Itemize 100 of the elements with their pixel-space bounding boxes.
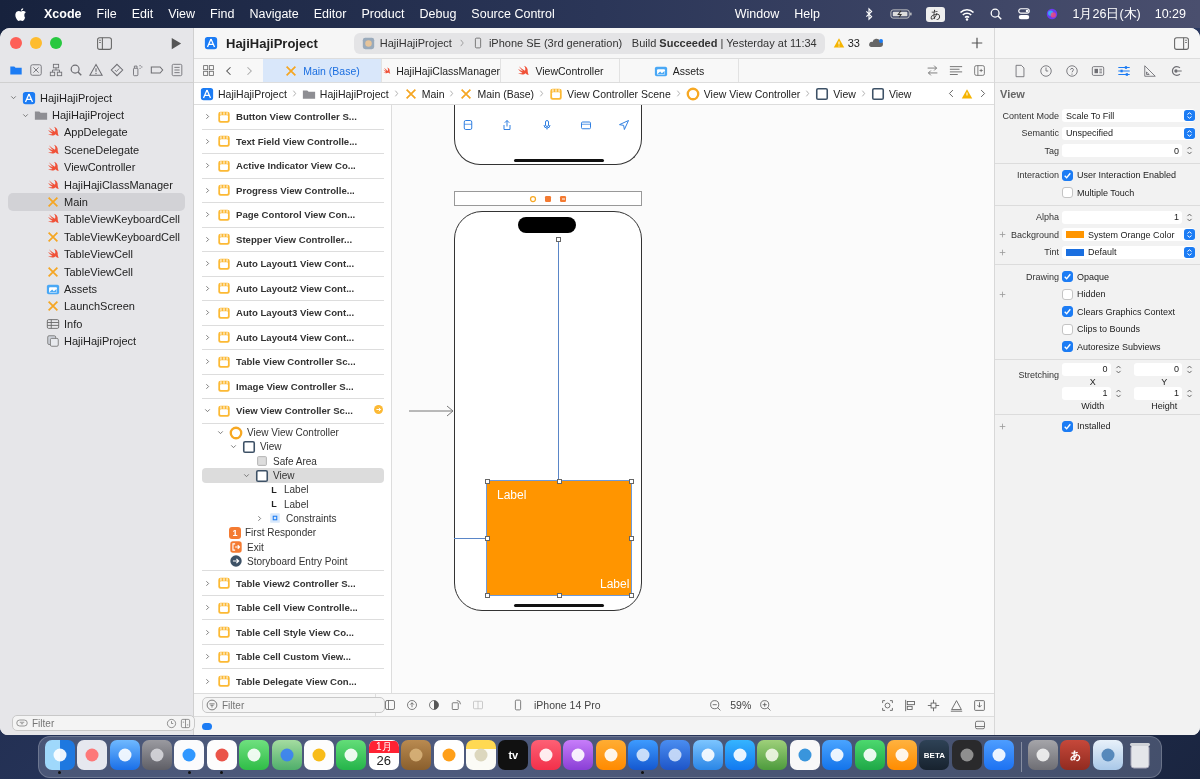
identity-card-icon[interactable] — [1090, 63, 1105, 78]
document-icon[interactable] — [1012, 63, 1027, 78]
arrow-circle-icon[interactable] — [406, 699, 418, 711]
app-icon[interactable] — [887, 740, 917, 770]
app-icon[interactable] — [660, 740, 691, 770]
app-icon[interactable] — [757, 740, 788, 770]
filter-field[interactable]: Filter — [12, 715, 195, 731]
breadcrumb-item[interactable]: View View Controller — [685, 86, 801, 101]
scene-item[interactable]: Table View Controller Sc... — [202, 350, 384, 375]
app-icon[interactable] — [433, 740, 464, 770]
panel-toggle-icon[interactable] — [974, 719, 986, 731]
stepper-icon[interactable] — [1184, 363, 1195, 375]
resize-handle[interactable] — [629, 536, 634, 541]
checkbox[interactable] — [1062, 323, 1073, 335]
navigator-item[interactable]: HajiHajiClassManager — [8, 175, 185, 194]
app-icon[interactable] — [951, 740, 982, 770]
wifi-icon[interactable] — [958, 6, 975, 22]
menu-item[interactable]: Navigate — [249, 7, 299, 21]
app-icon[interactable] — [1092, 740, 1123, 770]
popup-chevrons-icon[interactable] — [1184, 110, 1195, 122]
filter-field[interactable]: Filter — [202, 697, 385, 713]
help-icon[interactable] — [1064, 63, 1079, 78]
entry-arrow[interactable] — [409, 405, 455, 417]
menu-item[interactable]: Source Control — [471, 7, 555, 21]
number-field[interactable]: 0 — [1133, 362, 1182, 376]
scene-item[interactable]: Active Indicator View Co... — [202, 154, 384, 179]
toolbar-item-icon[interactable] — [462, 119, 474, 131]
navigator-item[interactable]: TableViewKeyboardCell — [8, 210, 185, 229]
app-icon[interactable] — [595, 740, 626, 770]
scene-item[interactable]: Table Cell Custom View... — [202, 644, 384, 670]
popup-chevrons-icon[interactable] — [1184, 229, 1195, 241]
navigator-item[interactable]: HajiHajiProject — [8, 332, 185, 350]
editor-tab[interactable]: ViewController — [501, 59, 620, 82]
navigator-item[interactable]: AppDelegate — [8, 123, 185, 142]
app-icon[interactable] — [563, 740, 594, 770]
siri-icon[interactable] — [1044, 7, 1059, 21]
app-icon[interactable]: 1月 26 — [368, 740, 399, 770]
checkbox[interactable] — [1062, 420, 1073, 432]
toolbar-item-icon[interactable] — [618, 119, 630, 131]
app-icon[interactable] — [789, 740, 820, 770]
resize-handle[interactable] — [629, 593, 634, 598]
plus-icon[interactable] — [998, 230, 1007, 240]
clock-icon[interactable] — [1038, 63, 1053, 78]
scene-item[interactable]: Table Cell Style View Co... — [202, 620, 384, 645]
menu-item[interactable]: Find — [210, 7, 235, 21]
navigator-item[interactable]: ViewController — [8, 158, 185, 176]
scheme-name[interactable]: HajiHajiProject — [379, 37, 452, 49]
scene-item[interactable]: Stepper View Controller... — [202, 227, 384, 252]
pin-icon[interactable] — [927, 698, 940, 712]
app-icon[interactable] — [239, 740, 270, 770]
scene-item[interactable]: Text Field View Controlle... — [202, 129, 384, 154]
diamond-icon[interactable] — [109, 63, 124, 77]
app-icon[interactable] — [174, 740, 205, 770]
editor-tab[interactable]: HajiHajiClassManager — [382, 59, 501, 82]
breadcrumb-item[interactable]: View Controller Scene — [549, 86, 671, 101]
toolbar-item-icon[interactable] — [580, 119, 592, 131]
menu-item[interactable]: Edit — [131, 7, 154, 21]
plus-icon[interactable] — [998, 247, 1007, 257]
outline-item[interactable]: L Label — [202, 497, 384, 512]
app-icon[interactable] — [725, 740, 756, 770]
close-button[interactable] — [10, 37, 22, 49]
scene-item[interactable]: Button View Controller S... — [202, 105, 384, 130]
navigator-item[interactable]: TableViewCell — [8, 245, 185, 263]
number-field[interactable]: 0 — [1062, 144, 1182, 158]
embed-icon[interactable] — [973, 698, 986, 712]
scene-item[interactable]: Auto Layout2 View Cont... — [202, 276, 384, 301]
update-frames-icon[interactable] — [881, 698, 894, 712]
outline-item[interactable]: 1 First Responder — [202, 525, 384, 540]
app-icon[interactable]: BETA — [919, 740, 950, 770]
navigator-item[interactable]: TableViewCell — [8, 262, 185, 281]
breadcrumb-item[interactable]: HajiHajiProject — [200, 86, 287, 101]
outline-item[interactable]: L Label — [202, 482, 384, 497]
app-icon[interactable] — [401, 740, 432, 770]
app-icon[interactable] — [984, 740, 1015, 770]
app-icon[interactable] — [336, 740, 367, 770]
outline-item[interactable]: View — [202, 468, 384, 483]
scene-item[interactable]: Auto Layout3 View Cont... — [202, 301, 384, 326]
app-icon[interactable] — [77, 740, 108, 770]
app-icon[interactable] — [142, 740, 173, 770]
color-popup[interactable]: Default — [1062, 245, 1195, 259]
grid-icon[interactable] — [202, 64, 215, 77]
resize-handle[interactable] — [556, 237, 561, 242]
breadcrumb-item[interactable]: View — [815, 86, 856, 101]
number-field[interactable]: 0 — [1062, 362, 1111, 376]
lines-icon[interactable] — [949, 63, 963, 78]
resize-handle[interactable] — [557, 593, 562, 598]
sidebar-icon[interactable] — [96, 34, 113, 52]
app-icon[interactable] — [44, 740, 75, 770]
number-field[interactable]: 1 — [1062, 210, 1182, 224]
breadcrumb-item[interactable]: HajiHajiProject — [301, 86, 389, 101]
popup-field[interactable]: Scale To Fill — [1062, 109, 1195, 123]
zoom-in-icon[interactable] — [759, 698, 773, 712]
scene-item[interactable]: Page Contorol View Con... — [202, 203, 384, 228]
stepper-icon[interactable] — [1184, 211, 1195, 223]
app-icon[interactable] — [465, 740, 496, 770]
apple-icon[interactable] — [14, 6, 29, 22]
popup-chevrons-icon[interactable] — [1184, 127, 1195, 139]
menu-item[interactable]: Help — [794, 7, 820, 21]
resize-handle[interactable] — [485, 593, 490, 598]
menu-bar-clock[interactable]: 10:29 — [1154, 7, 1186, 21]
